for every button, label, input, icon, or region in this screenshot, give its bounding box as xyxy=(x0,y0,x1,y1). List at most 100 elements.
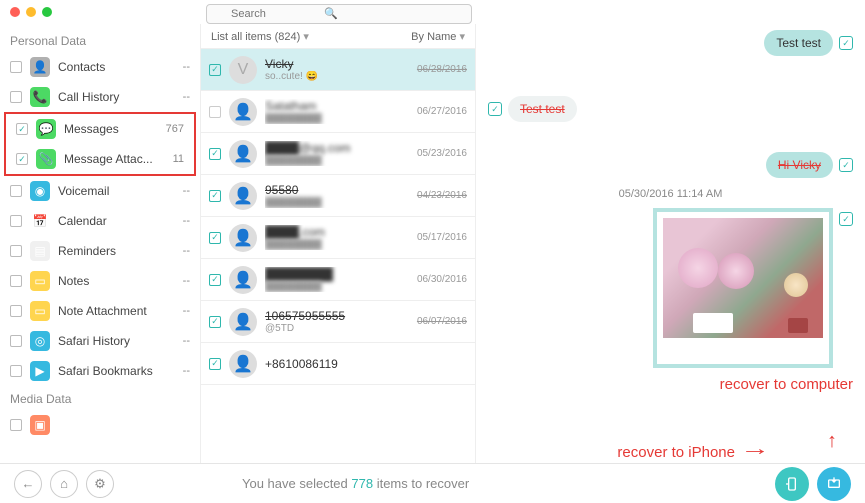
sidebar-item[interactable]: ▭Note Attachment-- xyxy=(0,296,200,326)
category-icon: ◉ xyxy=(30,181,50,201)
checkbox[interactable]: ✓ xyxy=(209,316,221,328)
checkbox[interactable]: ✓ xyxy=(16,123,28,135)
thread-row[interactable]: ✓👤+8610086119 xyxy=(201,343,475,385)
highlight-box: ✓💬Messages767✓📎Message Attac...11 xyxy=(4,112,196,176)
thread-preview: so..cute! 😄 xyxy=(265,71,399,82)
thread-date: 06/07/2016 xyxy=(407,316,467,327)
sidebar-item-count: -- xyxy=(183,61,190,73)
checkbox[interactable]: ✓ xyxy=(209,274,221,286)
category-icon: 📎 xyxy=(36,149,56,169)
checkbox[interactable] xyxy=(10,275,22,287)
sidebar-item-label: Message Attac... xyxy=(64,152,165,166)
section-personal: Personal Data xyxy=(0,28,200,52)
checkbox[interactable] xyxy=(10,335,22,347)
thread-date: 06/30/2016 xyxy=(407,274,467,285)
thread-preview: @5TD xyxy=(265,323,399,334)
thread-row[interactable]: ✓👤95580████████04/23/2016 xyxy=(201,175,475,217)
checkbox[interactable] xyxy=(10,91,22,103)
recover-to-iphone-button[interactable] xyxy=(775,467,809,501)
message-bubble: Test test xyxy=(508,96,577,122)
footer: ← ⌂ ⚙ You have selected 778 items to rec… xyxy=(0,463,865,503)
sidebar-item[interactable]: ✓📎Message Attac...11 xyxy=(6,144,194,174)
message-check[interactable]: ✓ xyxy=(488,102,502,116)
sidebar-item[interactable]: 👤Contacts-- xyxy=(0,52,200,82)
checkbox[interactable] xyxy=(10,215,22,227)
avatar: 👤 xyxy=(229,350,257,378)
message-check[interactable]: ✓ xyxy=(839,212,853,226)
sidebar-item[interactable]: ◉Voicemail-- xyxy=(0,176,200,206)
sidebar-item-label: Voicemail xyxy=(58,184,175,198)
sidebar-item-label: Contacts xyxy=(58,60,175,74)
sidebar-item[interactable]: ▤ Reminders -- xyxy=(0,236,200,266)
thread-name: ████████ xyxy=(265,267,399,281)
checkbox[interactable] xyxy=(10,305,22,317)
media-icon: ▣ xyxy=(30,415,50,435)
preview-pane: Test test ✓ ✓ Test test Hi Vicky ✓ 05/30… xyxy=(476,24,865,463)
checkbox[interactable]: ✓ xyxy=(209,232,221,244)
sidebar-item[interactable]: 📅Calendar-- xyxy=(0,206,200,236)
thread-row[interactable]: ✓👤████████████████06/30/2016 xyxy=(201,259,475,301)
message-check[interactable]: ✓ xyxy=(839,36,853,50)
checkbox[interactable] xyxy=(10,61,22,73)
sort-by[interactable]: By Name xyxy=(411,30,465,43)
message-bubble: Hi Vicky xyxy=(766,152,833,178)
checkbox[interactable] xyxy=(10,245,22,257)
thread-name: Satatham xyxy=(265,99,399,113)
checkbox[interactable]: ✓ xyxy=(209,190,221,202)
sidebar-item-count: -- xyxy=(183,245,190,257)
category-icon: ▤ xyxy=(30,241,50,261)
settings-button[interactable]: ⚙ xyxy=(86,470,114,498)
avatar: V xyxy=(229,56,257,84)
thread-date: 05/17/2016 xyxy=(407,232,467,243)
thread-preview: ████████ xyxy=(265,113,399,124)
checkbox[interactable] xyxy=(209,106,221,118)
thread-row[interactable]: 👤Satatham████████06/27/2016 xyxy=(201,91,475,133)
thread-name: 106575955555 xyxy=(265,309,399,323)
sidebar-item[interactable]: ▶Safari Bookmarks-- xyxy=(0,356,200,386)
thread-name: Vicky xyxy=(265,57,399,71)
checkbox[interactable] xyxy=(10,185,22,197)
home-button[interactable]: ⌂ xyxy=(50,470,78,498)
thread-list: List all items (824) By Name ✓ V Vickyso..… xyxy=(200,24,476,463)
checkbox[interactable] xyxy=(10,365,22,377)
sidebar-item[interactable]: ◎Safari History-- xyxy=(0,326,200,356)
search-input[interactable] xyxy=(206,4,472,24)
category-icon: 💬 xyxy=(36,119,56,139)
window-zoom[interactable] xyxy=(42,7,52,17)
message-check[interactable]: ✓ xyxy=(839,158,853,172)
thread-row[interactable]: ✓👤████.com████████05/17/2016 xyxy=(201,217,475,259)
section-media: Media Data xyxy=(0,386,200,410)
avatar: 👤 xyxy=(229,224,257,252)
checkbox[interactable]: ✓ xyxy=(209,64,221,76)
thread-name: 95580 xyxy=(265,183,399,197)
checkbox[interactable]: ✓ xyxy=(209,358,221,370)
image-attachment[interactable] xyxy=(653,208,833,368)
window-close[interactable] xyxy=(10,7,20,17)
sidebar-item-label: Messages xyxy=(64,122,158,136)
search-icon: 🔍 xyxy=(324,7,338,20)
thread-row[interactable]: ✓👤106575955555@5TD06/07/2016 xyxy=(201,301,475,343)
sidebar-item-label: Reminders xyxy=(58,244,175,258)
sidebar-item-label: Calendar xyxy=(58,214,175,228)
thread-name: ████.com xyxy=(265,225,399,239)
sidebar-item-label: Note Attachment xyxy=(58,304,175,318)
thread-row[interactable]: ✓👤████@qq.com████████05/23/2016 xyxy=(201,133,475,175)
sidebar-item[interactable]: ✓💬Messages767 xyxy=(6,114,194,144)
sidebar-item-count: -- xyxy=(183,215,190,227)
thread-preview: ████████ xyxy=(265,155,399,166)
list-filter[interactable]: List all items (824) xyxy=(211,30,309,43)
sidebar-item-media[interactable]: ▣ xyxy=(0,410,200,440)
back-button[interactable]: ← xyxy=(14,470,42,498)
sidebar-item[interactable]: 📞Call History-- xyxy=(0,82,200,112)
thread-row[interactable]: ✓VVickyso..cute! 😄06/28/2016 xyxy=(201,49,475,91)
checkbox[interactable]: ✓ xyxy=(16,153,28,165)
checkbox[interactable]: ✓ xyxy=(209,148,221,160)
window-minimize[interactable] xyxy=(26,7,36,17)
sidebar-item[interactable]: ▭Notes-- xyxy=(0,266,200,296)
checkbox[interactable] xyxy=(10,419,22,431)
thread-preview: ████████ xyxy=(265,281,399,292)
category-icon: ▭ xyxy=(30,301,50,321)
recover-to-computer-button[interactable] xyxy=(817,467,851,501)
category-icon: ▶ xyxy=(30,361,50,381)
thread-date: 06/27/2016 xyxy=(407,106,467,117)
